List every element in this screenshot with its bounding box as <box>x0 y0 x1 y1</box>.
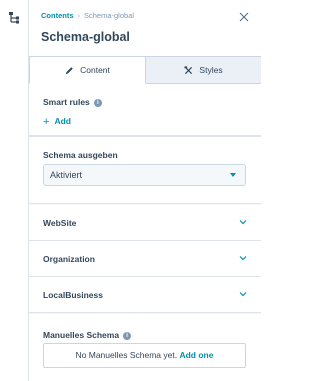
brush-icon <box>184 65 193 74</box>
chevron-down-icon <box>239 256 247 261</box>
smart-rules-section: Smart rules i + Add <box>29 84 261 136</box>
tab-styles[interactable]: Styles <box>146 57 261 83</box>
tab-content[interactable]: Content <box>29 57 146 84</box>
manual-schema-empty-text: No Manuelles Schema yet. <box>75 350 178 360</box>
caret-down-icon <box>230 173 236 177</box>
accordion-organization[interactable]: Organization <box>29 241 261 277</box>
editor-tabs: Content Styles <box>29 56 261 84</box>
schema-output-selected-value: Aktiviert <box>50 170 83 180</box>
tree-structure-icon[interactable] <box>8 11 20 25</box>
accordion-organization-label: Organization <box>43 254 95 264</box>
accordion-localbusiness[interactable]: LocalBusiness <box>29 277 261 313</box>
plus-icon: + <box>43 116 50 128</box>
info-icon[interactable]: i <box>123 332 132 340</box>
left-rail <box>0 0 29 381</box>
add-smart-rule-button[interactable]: + Add <box>43 116 71 128</box>
accordion-website[interactable]: WebSite <box>29 205 261 241</box>
accordion-website-label: WebSite <box>43 218 77 228</box>
schema-output-label: Schema ausgeben <box>43 150 118 160</box>
accordion-localbusiness-label: LocalBusiness <box>43 290 103 300</box>
manual-schema-empty-state: No Manuelles Schema yet. Add one <box>43 343 246 368</box>
smart-rules-label: Smart rules <box>43 97 90 107</box>
tab-styles-label: Styles <box>199 65 223 75</box>
schema-output-select[interactable]: Aktiviert <box>43 164 246 186</box>
chevron-down-icon <box>239 220 247 225</box>
tab-content-label: Content <box>80 65 110 75</box>
manual-schema-label: Manuelles Schema <box>43 330 120 340</box>
breadcrumb-separator: › <box>77 11 81 20</box>
chevron-down-icon <box>239 292 247 297</box>
pencil-icon <box>66 66 73 74</box>
breadcrumb-contents-link[interactable]: Contents <box>41 11 74 20</box>
manual-schema-heading: Manuelles Schema i <box>43 330 132 340</box>
module-editor-panel: Contents › Schema-global Schema-global Con… <box>29 0 261 381</box>
breadcrumb: Contents › Schema-global <box>41 11 134 20</box>
add-smart-rule-label: Add <box>54 116 71 126</box>
breadcrumb-current: Schema-global <box>84 11 135 20</box>
info-icon[interactable]: i <box>93 99 102 107</box>
smart-rules-heading: Smart rules i <box>43 97 102 107</box>
close-icon[interactable] <box>239 12 249 22</box>
add-one-link[interactable]: Add one <box>179 350 213 360</box>
page-title: Schema-global <box>41 30 130 44</box>
